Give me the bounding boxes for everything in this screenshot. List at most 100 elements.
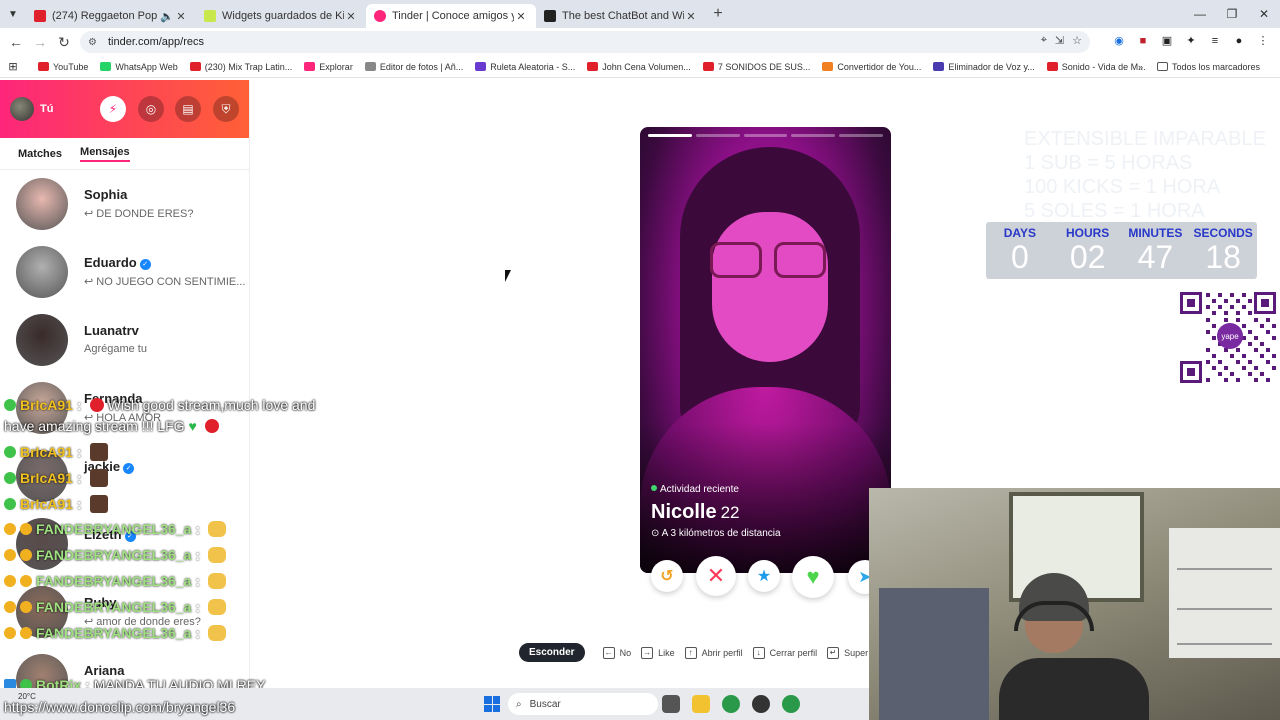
close-tab-icon[interactable]: ✕: [174, 10, 188, 23]
subscriber-badge-icon: [4, 601, 16, 613]
bookmark-item[interactable]: YouTube: [38, 62, 88, 72]
all-bookmarks[interactable]: Todos los marcadores: [1156, 62, 1260, 72]
bookmark-item[interactable]: John Cena Volumen...: [587, 62, 691, 72]
bookmark-item[interactable]: (230) Mix Trap Latin...: [189, 62, 292, 72]
right-arrow-key-icon: →: [641, 646, 654, 659]
hide-button[interactable]: Esconder: [519, 643, 585, 662]
tab-tinder[interactable]: Tinder | Conoce amigos y gente ✕: [366, 4, 536, 28]
bookmark-label: Eliminador de Voz y...: [948, 61, 1035, 72]
kickbot-icon: [204, 10, 216, 22]
rewind-button[interactable]: ↺: [651, 560, 683, 592]
media-icon[interactable]: ≡: [1208, 34, 1222, 48]
bookmark-item[interactable]: Explorar: [304, 62, 353, 72]
location-icon[interactable]: ⌖: [1041, 34, 1047, 47]
tab-messages[interactable]: Mensajes: [80, 146, 130, 162]
conversation-item[interactable]: Eduardo ✓ ↩ NO JUEGO CON SENTIMIE...: [0, 238, 249, 306]
taskbar-search[interactable]: ⌕ Buscar: [508, 693, 658, 715]
speaker-icon[interactable]: 🔈: [160, 10, 174, 23]
new-tab-button[interactable]: +: [706, 5, 730, 23]
extension-square-icon[interactable]: ▣: [1160, 34, 1174, 48]
avatar[interactable]: [10, 97, 34, 121]
restore-button[interactable]: ❐: [1216, 0, 1248, 28]
briefcase-icon[interactable]: ▤: [175, 96, 201, 122]
bookmark-label: YouTube: [53, 61, 89, 72]
bookmark-item[interactable]: 7 SONIDOS DE SUS...: [702, 61, 811, 72]
more-bookmarks-icon[interactable]: »: [1138, 62, 1143, 72]
bookmark-item[interactable]: Eliminador de Voz y...: [933, 61, 1035, 72]
nope-button[interactable]: ✕: [696, 556, 736, 596]
chat-message: FANDEBRYANGEL36_a :: [4, 625, 227, 641]
chat-username: FANDEBRYANGEL36_a: [36, 573, 192, 589]
tab-reggaeton[interactable]: (274) Reggaeton Pop MEGA 🔈 ✕: [26, 4, 196, 28]
bookmark-item[interactable]: Convertidor de You...: [822, 62, 921, 72]
omnibox[interactable]: ⚙ tinder.com/app/recs ⌖ ⇲ ☆: [80, 31, 1090, 53]
close-tab-icon[interactable]: ✕: [514, 10, 528, 23]
verified-badge-icon: [4, 498, 16, 510]
bookmark-item[interactable]: Ruleta Aleatoria - S...: [475, 62, 575, 72]
bookmark-favicon-icon: [304, 62, 316, 71]
up-arrow-key-icon: ↑: [684, 646, 697, 659]
bookmark-label: 7 SONIDOS DE SUS...: [717, 61, 811, 72]
conversation-item[interactable]: Luanatrv Agrégame tu: [0, 306, 249, 374]
profile-avatar[interactable]: ●: [1232, 34, 1246, 48]
shortcut-like: → Like: [641, 646, 675, 659]
url-text[interactable]: tinder.com/app/recs: [108, 36, 204, 48]
tab-title: Tinder | Conoce amigos y gente: [392, 10, 514, 22]
conversation-preview: ↩ DE DONDE ERES?: [84, 208, 194, 220]
tab-matches[interactable]: Matches: [18, 148, 62, 160]
emote-icon: [89, 443, 108, 461]
name-text: Nicolle: [651, 501, 717, 523]
svg-text:yape: yape: [1221, 332, 1239, 341]
tab-chatbot[interactable]: The best ChatBot and Widgets ✕: [536, 4, 706, 28]
reload-icon[interactable]: ↻: [52, 34, 76, 51]
tab-kickbot[interactable]: Widgets guardados de KickBot ✕: [196, 4, 366, 28]
extension-red-icon[interactable]: ■: [1136, 34, 1150, 48]
red-circle-icon: [89, 398, 104, 412]
chat-username: BrIcA91: [20, 397, 73, 413]
chat-message: FANDEBRYANGEL36_a :: [4, 573, 227, 589]
emote-icon: [89, 495, 108, 513]
windows-start-icon[interactable]: [484, 696, 500, 712]
site-info-icon[interactable]: ⚙: [88, 37, 102, 48]
forward-icon[interactable]: →: [28, 34, 52, 50]
profile-card[interactable]: Actividad reciente Nicolle 22 ⊙ A 3 kilóm…: [640, 127, 891, 573]
close-tab-icon[interactable]: ✕: [344, 10, 358, 23]
close-window-button[interactable]: ✕: [1248, 0, 1280, 28]
bookmark-item[interactable]: WhatsApp Web: [100, 62, 178, 72]
tinder-sidebar: Tú ⚡ ◎ ▤ ⛨ Matches Mensajes Sophia ↩ DE D…: [0, 80, 250, 688]
crown-badge-icon: [20, 549, 32, 561]
bookmark-star-icon[interactable]: ☆: [1072, 34, 1082, 47]
super-like-button[interactable]: ★: [748, 560, 780, 592]
apps-grid-icon[interactable]: ⊞: [0, 60, 26, 73]
verified-badge-icon: [4, 399, 16, 411]
obs-icon[interactable]: [752, 695, 770, 713]
menu-icon[interactable]: ⋮: [1256, 34, 1270, 48]
close-tab-icon[interactable]: ✕: [684, 10, 698, 23]
profile-label[interactable]: Tú: [40, 103, 53, 115]
tinder-icon: [374, 10, 386, 22]
shield-icon[interactable]: ⛨: [213, 96, 239, 122]
chat-username: FANDEBRYANGEL36_a: [36, 599, 192, 615]
bookmark-item[interactable]: Editor de fotos | Añ...: [364, 62, 463, 72]
chrome-icon-2[interactable]: [782, 695, 800, 713]
tab-search-icon[interactable]: ▼: [0, 0, 26, 28]
browser-tab-bar: ▼ (274) Reggaeton Pop MEGA 🔈 ✕ Widgets g…: [0, 0, 1280, 28]
extensions-icon[interactable]: ✦: [1184, 34, 1198, 48]
extension-wave-icon[interactable]: ◉: [1112, 34, 1126, 48]
like-button[interactable]: ♥: [792, 556, 834, 598]
explore-icon[interactable]: ◎: [138, 96, 164, 122]
back-icon[interactable]: ←: [4, 34, 28, 50]
file-explorer-icon[interactable]: [692, 695, 710, 713]
bookmark-label: Ruleta Aleatoria - S...: [490, 61, 576, 72]
minimize-button[interactable]: —: [1184, 0, 1216, 28]
chat-text: have amazing stream !!! LFG: [4, 418, 185, 434]
boost-icon[interactable]: ⚡: [100, 96, 126, 122]
task-view-icon[interactable]: [662, 695, 680, 713]
chrome-icon[interactable]: [722, 695, 740, 713]
conversation-item[interactable]: Sophia ↩ DE DONDE ERES?: [0, 170, 249, 238]
keyboard-shortcuts: Esconder ← No → Like ↑ Abrir perfil ↓ Cerrar…: [519, 643, 878, 662]
bookmark-favicon-icon: [100, 62, 112, 71]
bookmark-item[interactable]: Sonido - Vida de M...: [1046, 62, 1146, 72]
bookmark-favicon-icon: [38, 62, 49, 71]
install-icon[interactable]: ⇲: [1055, 34, 1064, 47]
